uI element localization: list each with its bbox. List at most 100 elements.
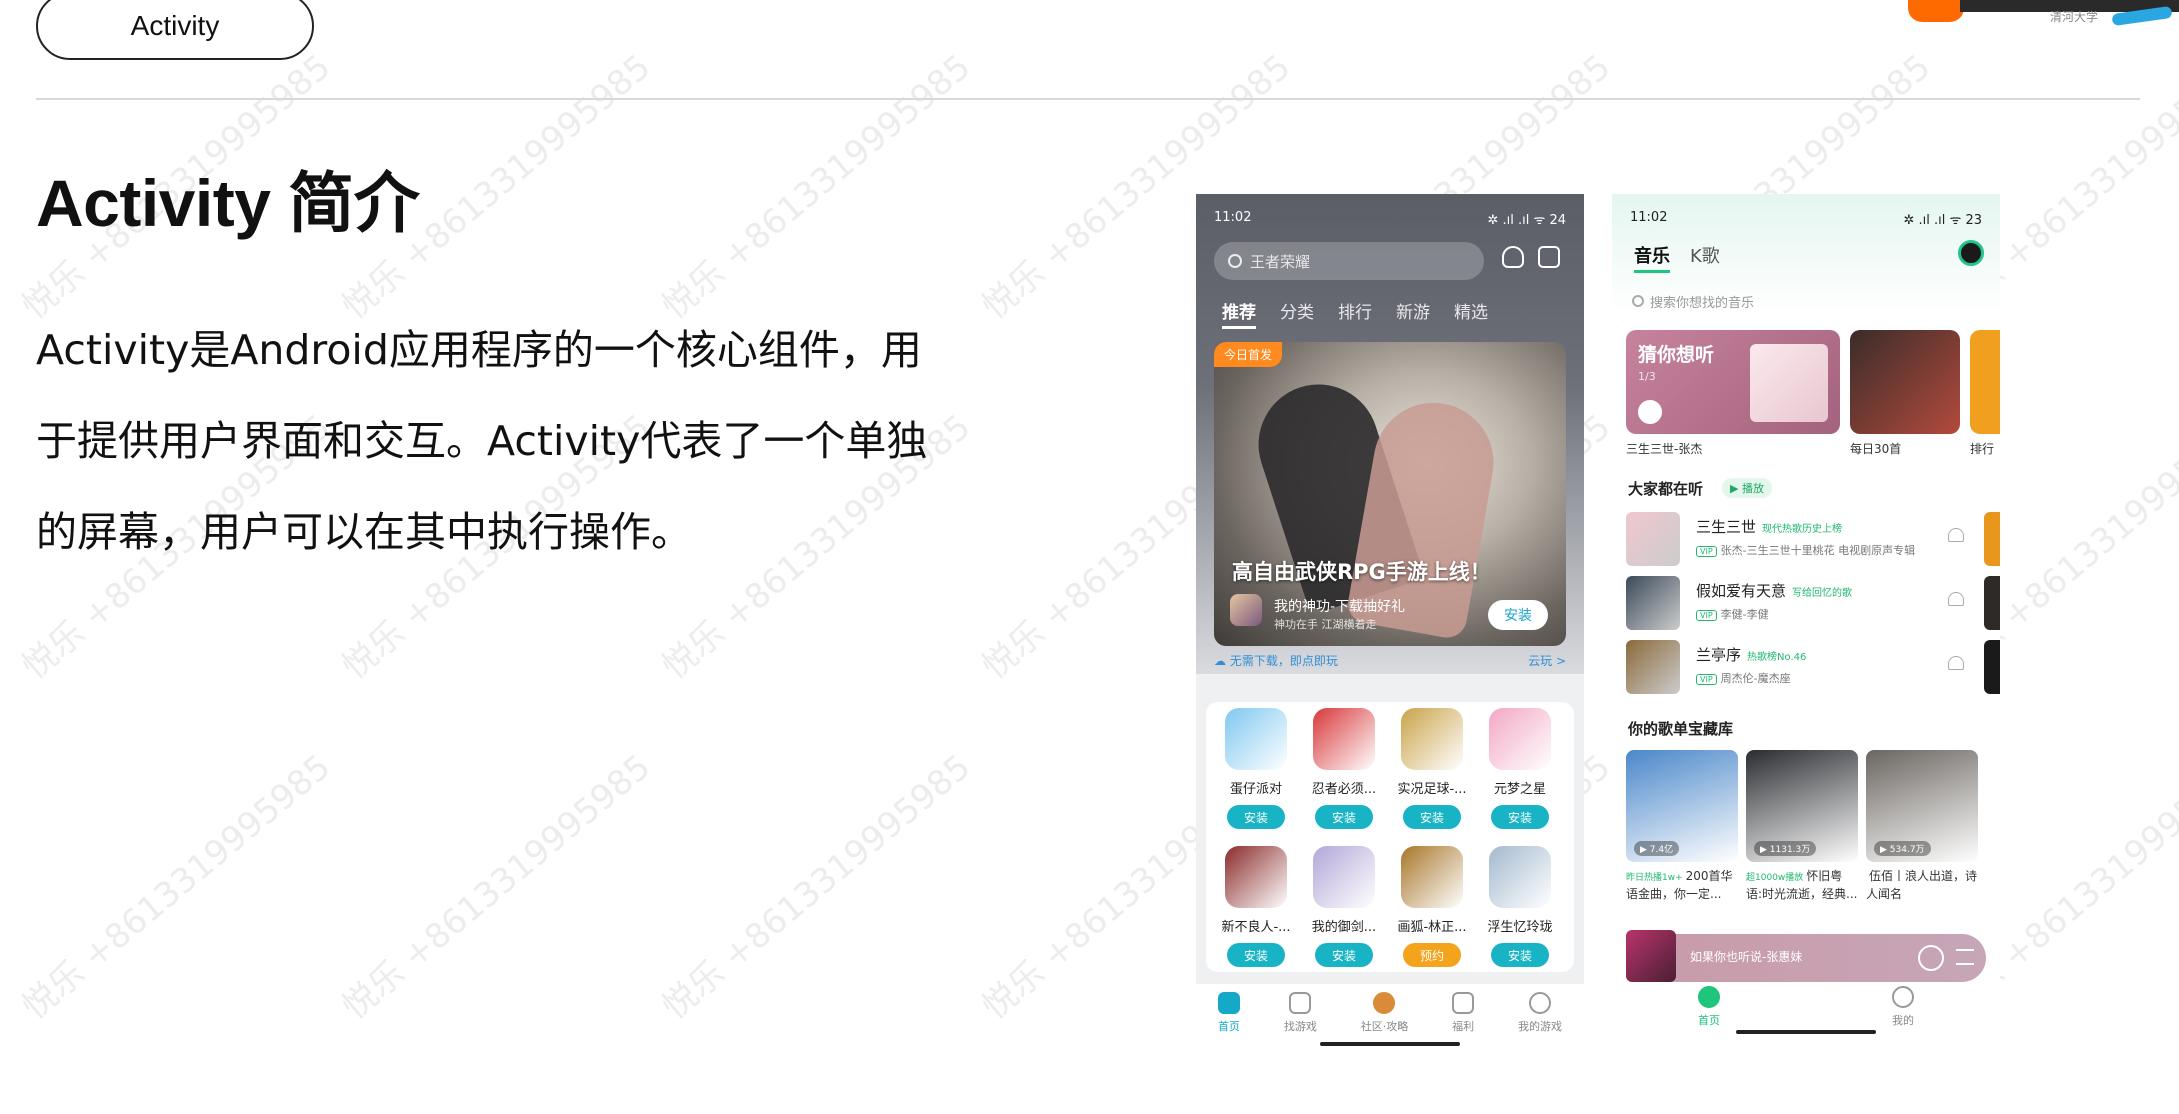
song-cover — [1626, 512, 1680, 566]
game-item[interactable]: 新不良人-... 安装 — [1212, 846, 1300, 967]
heart-icon[interactable] — [1948, 528, 1964, 542]
download-icon[interactable] — [1538, 246, 1560, 268]
tab-new-games[interactable]: 新游 — [1396, 298, 1430, 329]
tab-music[interactable]: 音乐 — [1634, 242, 1670, 273]
song-highlight: 现代热歌历史上榜 — [1762, 524, 1843, 535]
card-caption: 每日30首 — [1850, 442, 1902, 456]
game-action-button[interactable]: 安装 — [1227, 943, 1285, 967]
game-action-button[interactable]: 安装 — [1227, 805, 1285, 829]
body-line: 的屏幕，用户可以在其中执行操作。 — [36, 508, 692, 556]
nav-mine[interactable]: 我的 — [1892, 986, 1914, 1040]
watermark-text: 悦乐 +8613319995985 — [334, 746, 659, 1028]
home-indicator — [1736, 1030, 1876, 1034]
game-app-icon[interactable] — [1489, 846, 1551, 908]
song-row[interactable]: 兰亭序 热歌榜No.46 VIP 周杰伦-魔杰座 — [1626, 640, 2000, 696]
game-item[interactable]: 元梦之星 安装 — [1476, 708, 1564, 829]
game-action-button[interactable]: 安装 — [1491, 943, 1549, 967]
game-action-button[interactable]: 安装 — [1491, 805, 1549, 829]
song-row[interactable]: 假如爱有天意 写给回忆的歌 VIP 李健-李健 — [1626, 576, 2000, 632]
play-icon[interactable] — [1918, 945, 1944, 971]
card-counter: 1/3 — [1638, 370, 1656, 383]
cloud-play-link[interactable]: 云玩 > — [1528, 652, 1566, 669]
tab-karaoke[interactable]: K歌 — [1690, 242, 1720, 273]
heart-icon[interactable] — [1948, 592, 1964, 606]
search-input[interactable]: 王者荣耀 — [1214, 242, 1484, 280]
banner-game-subtitle: 神功在手 江湖横着走 — [1274, 618, 1377, 631]
tab-category[interactable]: 分类 — [1280, 298, 1314, 329]
song-row[interactable]: 三生三世 现代热歌历史上榜 VIP 张杰-三生三世十里桃花 电视剧原声专辑 — [1626, 512, 2000, 568]
playlist-desc: 昨日热播1w+ 200首华语金曲，你一定... — [1626, 869, 1733, 901]
nav-community[interactable]: 社区·攻略 — [1360, 992, 1409, 1034]
cloud-play-strip[interactable]: ☁ 无需下载，即点即玩 云玩 > — [1214, 652, 1566, 669]
game-item[interactable]: 我的御剑... 安装 — [1300, 846, 1388, 967]
game-icon — [1230, 594, 1262, 626]
game-app-icon[interactable] — [1225, 846, 1287, 908]
game-item[interactable]: 浮生忆玲珑 安装 — [1476, 846, 1564, 967]
search-icon — [1632, 295, 1644, 307]
nav-welfare[interactable]: 福利 — [1452, 992, 1475, 1034]
game-action-button[interactable]: 预约 — [1403, 943, 1461, 967]
play-count: ▶ 1131.3万 — [1754, 841, 1817, 856]
playlist-icon[interactable] — [1956, 949, 1974, 965]
status-time: 11:02 — [1214, 210, 1252, 225]
game-name: 画狐-林正... — [1397, 920, 1467, 935]
game-item[interactable]: 实况足球-... 安装 — [1388, 708, 1476, 829]
tab-ranking[interactable]: 排行 — [1338, 298, 1372, 329]
gift-icon[interactable] — [1502, 246, 1524, 268]
music-search-input[interactable]: 搜索你想找的音乐 — [1626, 286, 1986, 316]
play-all-button[interactable]: ▶ 播放 — [1722, 478, 1772, 498]
game-app-icon[interactable] — [1313, 846, 1375, 908]
mini-player[interactable]: 如果你也听说-张惠妹 — [1626, 930, 1986, 982]
vinyl-icon[interactable] — [1958, 240, 1984, 266]
game-item[interactable]: 忍者必须... 安装 — [1300, 708, 1388, 829]
tab-recommend[interactable]: 推荐 — [1222, 298, 1256, 329]
play-count: ▶ 7.4亿 — [1634, 841, 1680, 856]
nav-my-games[interactable]: 我的游戏 — [1518, 992, 1562, 1034]
game-item[interactable]: 画狐-林正... 预约 — [1388, 846, 1476, 967]
song-artist: VIP 张杰-三生三世十里桃花 电视剧原声专辑 — [1696, 542, 1915, 558]
status-icons: ✲ .ıl .ıl ᯤ 24 — [1487, 213, 1566, 228]
nav-label: 社区·攻略 — [1360, 1020, 1409, 1033]
game-name: 实况足球-... — [1397, 782, 1467, 797]
game-name: 浮生忆玲珑 — [1487, 920, 1553, 935]
nav-label: 首页 — [1698, 1014, 1720, 1027]
ranking-card[interactable] — [1970, 330, 2000, 434]
guess-you-like-card[interactable]: 猜你想听 1/3 — [1626, 330, 1840, 434]
home-indicator — [1320, 1042, 1460, 1046]
nav-home[interactable]: 首页 — [1217, 992, 1240, 1034]
album-cover — [1750, 344, 1828, 422]
brand-logo — [1908, 0, 1964, 22]
game-store-screenshot: 11:02 ✲ .ıl .ıl ᯤ 24 王者荣耀 推荐 分类 排行 新游 精选… — [1196, 194, 1584, 1052]
banner-tag: 今日首发 — [1214, 342, 1283, 367]
banner-install-button[interactable]: 安装 — [1488, 600, 1548, 630]
game-app-icon[interactable] — [1489, 708, 1551, 770]
watermark-text: 悦乐 +8613319995985 — [654, 46, 979, 328]
play-icon[interactable] — [1638, 400, 1662, 424]
song-cover — [1626, 576, 1680, 630]
game-action-button[interactable]: 安装 — [1403, 805, 1461, 829]
nav-label: 我的游戏 — [1518, 1020, 1562, 1033]
nav-home[interactable]: 首页 — [1698, 986, 1720, 1040]
nav-find-games[interactable]: 找游戏 — [1284, 992, 1317, 1034]
tab-featured[interactable]: 精选 — [1454, 298, 1488, 329]
game-app-icon[interactable] — [1401, 846, 1463, 908]
playlist-cover: ▶ 1131.3万 — [1746, 750, 1858, 862]
playlist-desc: 超1000w播放 怀旧粤语:时光流逝，经典... — [1746, 869, 1858, 901]
game-item[interactable]: 蛋仔派对 安装 — [1212, 708, 1300, 829]
game-name: 新不良人-... — [1221, 920, 1291, 935]
daily-30-card[interactable] — [1850, 330, 1960, 434]
heart-icon[interactable] — [1948, 656, 1964, 670]
card-caption: 三生三世-张杰 — [1626, 442, 1703, 456]
featured-banner[interactable]: 今日首发 高自由武侠RPG手游上线！ 我的神功-下载抽好礼 神功在手 江湖横着走… — [1214, 342, 1566, 646]
now-playing-cover — [1626, 930, 1676, 982]
section-title-listening: 大家都在听 — [1628, 480, 1704, 498]
playlist-card[interactable]: ▶ 534.7万 伍佰丨浪人出道，诗人闻名 — [1866, 750, 1978, 902]
game-app-icon[interactable] — [1313, 708, 1375, 770]
game-app-icon[interactable] — [1401, 708, 1463, 770]
playlist-card[interactable]: ▶ 7.4亿昨日热播1w+ 200首华语金曲，你一定... — [1626, 750, 1738, 902]
game-action-button[interactable]: 安装 — [1315, 943, 1373, 967]
playlist-card[interactable]: ▶ 1131.3万超1000w播放 怀旧粤语:时光流逝，经典... — [1746, 750, 1858, 902]
game-action-button[interactable]: 安装 — [1315, 805, 1373, 829]
game-app-icon[interactable] — [1225, 708, 1287, 770]
search-placeholder: 王者荣耀 — [1250, 252, 1311, 271]
